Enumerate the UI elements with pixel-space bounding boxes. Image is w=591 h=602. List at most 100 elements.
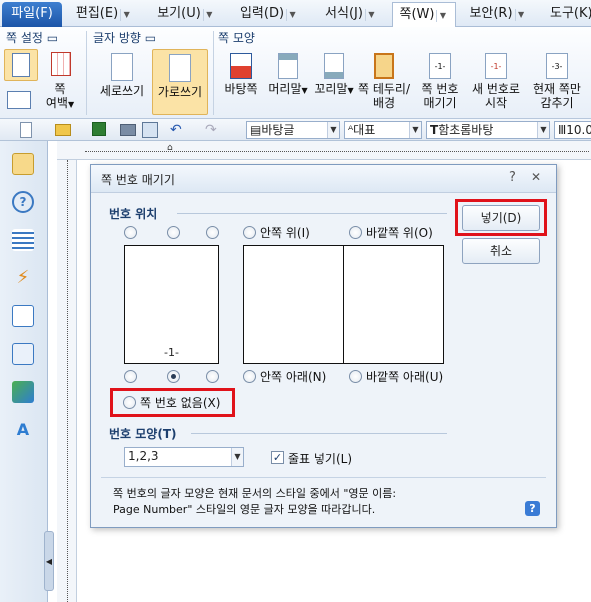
new-document-icon[interactable] [20,122,32,138]
new-number-icon: -1- [485,53,507,79]
horizontal-ruler: ⌂ [57,141,591,160]
menu-file[interactable]: 파일(F) [2,2,62,27]
menu-format-label: 서식(J) [325,6,363,21]
truetype-font-icon: T [430,123,439,137]
chevron-down-icon[interactable]: ▼ [514,9,527,21]
chevron-down-icon[interactable]: ▼ [202,9,215,21]
background-page-label: 바탕쪽 [224,82,258,96]
vertical-writing-button[interactable]: 세로쓰기 [96,49,148,115]
menu-security[interactable]: 보안(R) ▼ [458,2,538,27]
page-border-button[interactable]: 쪽 테두리/배경 [356,49,412,115]
page-setup-button[interactable] [4,49,38,81]
footer-button[interactable]: 꼬리말▼ [312,49,356,115]
hide-current-page-label-1: 현재 쪽만 [533,82,581,96]
help-icon[interactable]: ? [509,170,516,185]
number-shape-select[interactable]: 1,2,3 ▼ [124,447,244,467]
menu-page[interactable]: 쪽(W) ▼ [392,2,456,27]
background-page-button[interactable]: 바탕쪽 [220,49,262,115]
page-numbering-button[interactable]: -1- 쪽 번호 매기기 [414,49,466,115]
new-number-button[interactable]: -1- 새 번호로 시작 [468,49,524,115]
page-orientation-button[interactable] [4,87,34,115]
chevron-down-icon[interactable]: ▼ [327,122,339,138]
indent-marker[interactable]: ⌂ [167,143,173,153]
print-preview-icon[interactable] [142,122,158,138]
menu-tools[interactable]: 도구(K) [540,2,591,27]
undo-icon[interactable]: ↶ [170,122,186,138]
header-button[interactable]: 머리말▼ [266,49,310,115]
list-icon[interactable] [12,229,34,251]
language-select[interactable]: ᴬ대표 ▼ [344,121,422,139]
horizontal-writing-label: 가로쓰기 [157,85,203,99]
page-numbering-label-2: 매기기 [423,96,457,110]
cancel-button[interactable]: 취소 [462,238,540,264]
vertical-text-icon [111,53,133,81]
hide-current-page-button[interactable]: -3- 현재 쪽만 감추기 [526,49,588,115]
radio-bottom-left[interactable] [124,370,137,383]
background-page-icon [230,53,252,79]
highlight-box-no-number [110,388,235,417]
print-icon[interactable] [120,124,136,136]
menu-view-label: 보기(U) [157,6,201,21]
group-separator [213,31,214,115]
paper-size-button[interactable] [44,49,78,81]
grid-page-icon [51,52,71,76]
margin-label: 쪽 여백 [45,82,68,110]
font-select[interactable]: T함초롬바탕 ▼ [426,121,550,139]
horizontal-writing-button[interactable]: 가로쓰기 [152,49,208,115]
page-number-sample: -1- [164,346,179,359]
chevron-down-icon[interactable]: ▼ [120,9,132,21]
open-folder-icon[interactable] [55,124,71,136]
lightning-icon[interactable]: ⚡ [12,267,34,289]
menu-insert[interactable]: 입력(D) ▼ [228,2,310,27]
document-icon[interactable] [12,305,34,327]
redo-icon[interactable]: ↷ [205,122,221,138]
ruler-ticks [67,160,68,602]
book-icon[interactable] [12,153,34,175]
menu-format[interactable]: 서식(J) ▼ [312,2,390,27]
radio-top-center[interactable] [167,226,180,239]
chevron-down-icon[interactable]: ▼ [231,448,243,466]
table-icon[interactable] [12,343,34,365]
radio-outer-top[interactable] [349,226,362,239]
dialog-title-bar: 쪽 번호 매기기 ? ✕ [91,165,556,193]
image-icon[interactable] [12,381,34,403]
menu-tools-label: 도구(K) [550,6,591,21]
margin-button[interactable]: 쪽 여백▼ [42,82,78,116]
font-size-select[interactable]: Ⅲ10.0 [554,121,591,139]
chevron-down-icon[interactable]: ▼ [436,10,448,22]
new-number-label-1: 새 번호로 [472,82,520,96]
dash-label: 줄표 넣기(L) [288,452,353,466]
menu-file-label: 파일(F) [11,6,53,21]
radio-bottom-right[interactable] [206,370,219,383]
chevron-down-icon[interactable]: ▼ [409,122,421,138]
menu-edit[interactable]: 편집(E) ▼ [64,2,144,27]
group-title-page-style-text: 쪽 모양 [218,31,255,45]
info-help-icon[interactable]: ? [525,501,540,516]
group-separator [86,31,87,115]
inner-bottom-label: 안쪽 아래(N) [260,370,327,384]
group-title-page-setup-text: 쪽 설정 [6,31,43,45]
page-border-icon [374,53,394,79]
group-title-page-style: 쪽 모양 [218,29,255,46]
single-page-preview: -1- [124,245,219,364]
radio-inner-top[interactable] [243,226,256,239]
chevron-down-icon[interactable]: ▼ [537,122,549,138]
text-style-icon[interactable]: A [12,419,34,441]
save-icon[interactable] [92,122,106,136]
new-number-label-2: 시작 [484,96,508,110]
style-select[interactable]: ▤바탕글 ▼ [246,121,340,139]
chevron-down-icon[interactable]: ▼ [286,9,298,21]
close-icon[interactable]: ✕ [531,170,541,184]
radio-top-right[interactable] [206,226,219,239]
outer-bottom-label: 바깥쪽 아래(U) [366,370,444,384]
radio-top-left[interactable] [124,226,137,239]
menu-view[interactable]: 보기(U) ▼ [146,2,226,27]
chevron-down-icon[interactable]: ▼ [364,9,377,21]
radio-inner-bottom[interactable] [243,370,256,383]
radio-bottom-center[interactable] [167,370,180,383]
dash-checkbox[interactable]: ✓ [271,451,284,464]
panel-collapse-handle[interactable]: ◀ [44,531,54,591]
note-line-2: Page Number" 스타일의 영문 글자 모양을 따라갑니다. [113,503,376,516]
help-icon[interactable]: ? [12,191,34,213]
radio-outer-bottom[interactable] [349,370,362,383]
